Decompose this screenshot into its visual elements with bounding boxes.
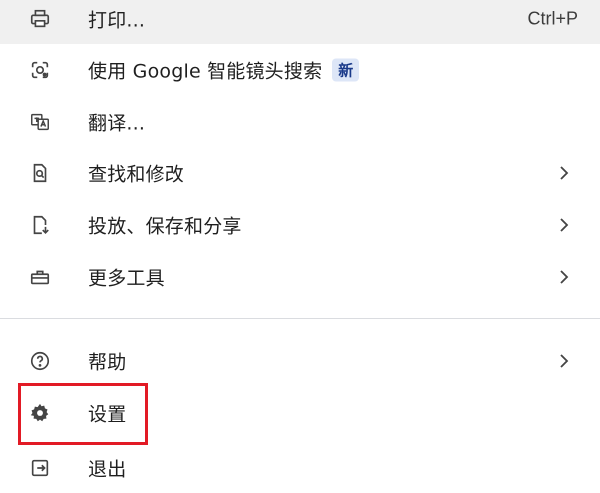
- menu-item-label: 翻译...: [88, 112, 146, 135]
- menu-item-help[interactable]: 帮助: [0, 336, 600, 386]
- lens-icon: [29, 59, 51, 81]
- chevron-right-icon: [560, 166, 569, 180]
- menu-item-label: 投放、保存和分享: [88, 215, 242, 238]
- chrome-menu: 打印... Ctrl+P 使用 Google 智能镜头搜索新 翻译... 查找和…: [0, 0, 600, 491]
- menu-item-more-tools[interactable]: 更多工具: [0, 252, 600, 302]
- menu-item-label: 打印...: [88, 9, 146, 32]
- highlight-box: [18, 383, 148, 445]
- menu-item-print[interactable]: 打印... Ctrl+P: [0, 0, 600, 44]
- menu-divider: [0, 318, 600, 319]
- toolbox-icon: [29, 266, 51, 288]
- menu-item-google-lens[interactable]: 使用 Google 智能镜头搜索新: [0, 45, 600, 95]
- printer-icon: [29, 8, 51, 30]
- menu-item-label: 更多工具: [88, 267, 165, 290]
- menu-item-find-edit[interactable]: 查找和修改: [0, 148, 600, 198]
- menu-item-translate[interactable]: 翻译...: [0, 97, 600, 147]
- menu-item-cast-save-share[interactable]: 投放、保存和分享: [0, 200, 600, 250]
- cast-save-icon: [29, 214, 51, 236]
- menu-item-label: 使用 Google 智能镜头搜索: [88, 60, 323, 83]
- menu-item-label-wrap: 使用 Google 智能镜头搜索新: [88, 57, 360, 84]
- chevron-right-icon: [560, 354, 569, 368]
- new-badge: 新: [332, 58, 360, 82]
- chevron-right-icon: [560, 218, 569, 232]
- translate-icon: [29, 111, 51, 133]
- chevron-right-icon: [560, 270, 569, 284]
- menu-item-label: 查找和修改: [88, 163, 185, 186]
- exit-icon: [29, 457, 51, 479]
- menu-item-exit[interactable]: 退出: [0, 443, 600, 493]
- shortcut-text: Ctrl+P: [527, 8, 578, 29]
- menu-item-label: 退出: [88, 458, 127, 481]
- help-icon: [29, 350, 51, 372]
- find-page-icon: [29, 162, 51, 184]
- menu-item-label: 帮助: [88, 351, 127, 374]
